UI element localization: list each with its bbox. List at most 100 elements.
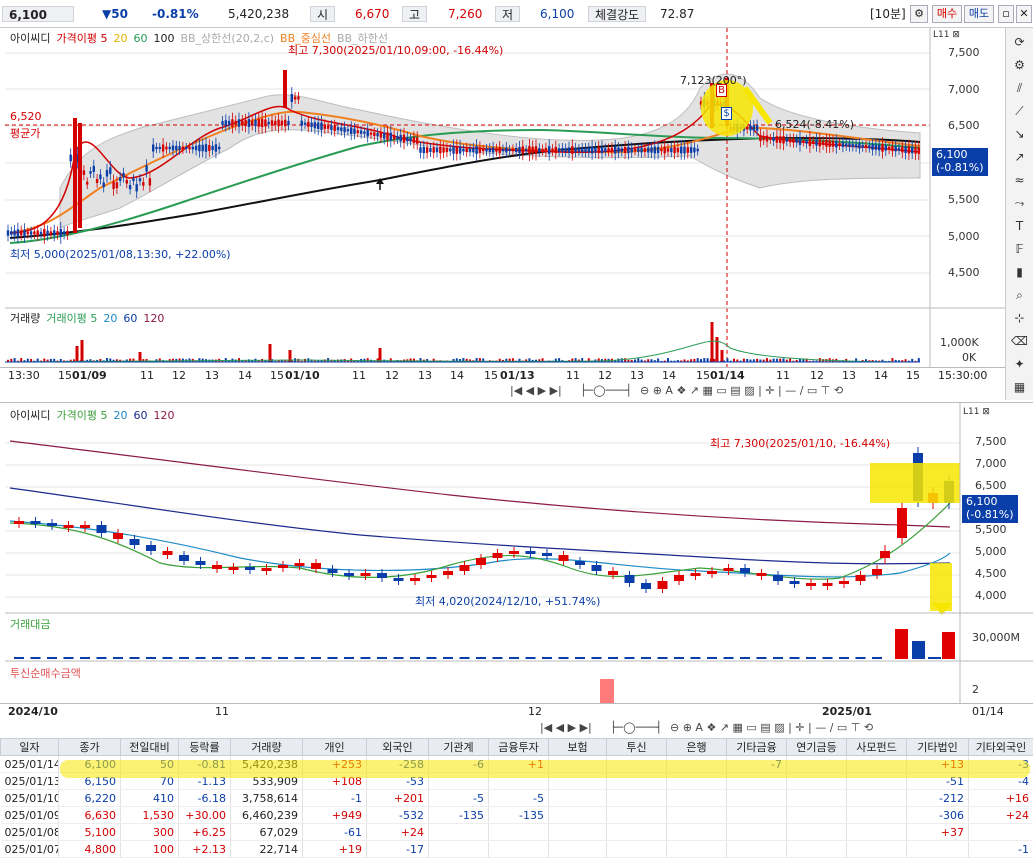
current-price-tag: 6,100 (-0.81%) [962, 495, 1018, 523]
legend-vol-60: 60 [123, 312, 137, 325]
popup-icon[interactable]: ▫ [998, 5, 1014, 23]
time-tick: 13 [205, 369, 219, 382]
column-header[interactable]: 기타외국인 [969, 739, 1033, 756]
table-cell [489, 824, 549, 841]
measure-icon[interactable]: ⊹ [1010, 309, 1030, 327]
candle [254, 120, 256, 126]
amount-bar [64, 657, 74, 659]
candle-type-icon[interactable]: ▮ [1010, 263, 1030, 281]
table-row[interactable]: 025/01/106,220410-6.183,758,614-1+201-5-… [1, 790, 1033, 807]
time-tick: 12 [385, 369, 399, 382]
ray-tool-icon[interactable]: ↗ [1010, 148, 1030, 166]
annotation-low: 최저 5,000(2025/01/08,13:30, +22.00%) [10, 246, 231, 262]
zoom-icon[interactable]: ⌕ [1010, 286, 1030, 304]
refresh-icon[interactable]: ⟳ [1010, 33, 1030, 51]
column-header[interactable]: 등락률 [179, 739, 231, 756]
table-row[interactable]: 025/01/085,100300+6.2567,029-61+24+37 [1, 824, 1033, 841]
annotation-low: 최저 4,020(2024/12/10, +51.74%) [415, 593, 600, 609]
date-tick: 12 [528, 705, 542, 718]
period-selector[interactable]: [10분] [870, 6, 906, 22]
candle [667, 148, 669, 151]
scroll-slider[interactable]: ├─◯───┤ [610, 721, 662, 734]
volume-bar [269, 344, 272, 362]
amount-bar [872, 657, 882, 659]
candle [311, 563, 321, 569]
daily-chart-panel[interactable]: 아이씨디가격이평 52060120 최고 7,300(2025/01/10, -… [0, 402, 1033, 736]
column-header[interactable]: 사모펀드 [847, 739, 907, 756]
intraday-chart-panel[interactable]: 아이씨디가격이평 52060100BB_상한선(20,2,c)BB_중심선BB_… [0, 28, 1005, 400]
column-header[interactable]: 보험 [549, 739, 607, 756]
table-row[interactable]: 025/01/136,15070-1.13533,909+108-53-51-4 [1, 773, 1033, 790]
column-header[interactable]: 기관계 [429, 739, 489, 756]
zoom-tools-icon[interactable]: ⊖ ⊕ A ❖ ↗ ▦ ▭ ▤ ▨ | ✛ | — ∕ ▭ ⊤ ⟲ [640, 384, 843, 397]
table-cell: -17 [367, 841, 429, 858]
indicator-icon[interactable]: ⫽ [1010, 79, 1030, 97]
panel-controls-icon[interactable]: L11 ⊠ [933, 30, 960, 40]
candle [386, 132, 388, 140]
candle [307, 122, 309, 127]
chart2-navigation[interactable]: |◀ ◀ ▶ ▶| ├─◯───┤ ⊖ ⊕ A ❖ ↗ ▦ ▭ ▤ ▨ | ✛ … [540, 721, 1033, 737]
gear-icon[interactable]: ⚙ [1010, 56, 1030, 74]
table-cell [667, 773, 727, 790]
text-tool-icon[interactable]: T [1010, 217, 1030, 235]
candle [122, 173, 124, 177]
inst-legend: 투신순매수금액 [10, 665, 81, 681]
column-header[interactable]: 기타금융 [727, 739, 787, 756]
table-cell [607, 824, 667, 841]
candle [512, 149, 514, 152]
auto-trend-icon[interactable]: ⤳ [1010, 194, 1030, 212]
column-header[interactable]: 개인 [303, 739, 367, 756]
panel-controls-icon[interactable]: L11 ⊠ [963, 407, 990, 417]
column-header[interactable]: 외국인 [367, 739, 429, 756]
fib-tool-icon[interactable]: 𝔽 [1010, 240, 1030, 258]
candle [278, 565, 288, 568]
cursor-icon[interactable]: ✦ [1010, 355, 1030, 373]
column-header[interactable]: 일자 [1, 739, 59, 756]
amount-bar [344, 657, 354, 659]
buy-button[interactable]: 매수 [932, 5, 962, 23]
line-tool-icon[interactable]: ↘ [1010, 125, 1030, 143]
candle [499, 147, 501, 153]
table-cell: +13 [907, 756, 969, 773]
chart1-navigation[interactable]: |◀ ◀ ▶ ▶| ├─◯───┤ ⊖ ⊕ A ❖ ↗ ▦ ▭ ▤ ▨ | ✛ … [510, 384, 1005, 400]
candle [868, 145, 870, 148]
volume-bar [198, 358, 200, 362]
candle [262, 568, 272, 571]
zoom-tools-icon[interactable]: ⊖ ⊕ A ❖ ↗ ▦ ▭ ▤ ▨ | ✛ | — ∕ ▭ ⊤ ⟲ [670, 721, 873, 734]
close-icon[interactable]: ✕ [1016, 5, 1032, 23]
table-cell [607, 756, 667, 773]
column-header[interactable]: 투신 [607, 739, 667, 756]
volume-bar [779, 359, 781, 362]
trend-line-icon[interactable]: ⟋ [1010, 102, 1030, 120]
amount-bar [928, 657, 941, 659]
column-header[interactable]: 종가 [59, 739, 121, 756]
candle [489, 148, 491, 152]
column-header[interactable]: 금융투자 [489, 739, 549, 756]
table-row[interactable]: 025/01/074,800100+2.1322,714+19-17-1 [1, 841, 1033, 858]
candle [766, 136, 768, 142]
sell-button[interactable]: 매도 [964, 5, 994, 23]
scroll-left-icon[interactable]: |◀ ◀ ▶ ▶| [510, 384, 562, 397]
scroll-slider[interactable]: ├─◯───┤ [580, 384, 632, 397]
column-header[interactable]: 거래량 [231, 739, 303, 756]
column-header[interactable]: 은행 [667, 739, 727, 756]
time-tick: 11 [776, 369, 790, 382]
column-header[interactable]: 연기금등 [787, 739, 847, 756]
table-cell: +2.13 [179, 841, 231, 858]
table-cell: 025/01/14 [1, 756, 59, 773]
delete-icon[interactable]: ⌫ [1010, 332, 1030, 350]
scroll-left-icon[interactable]: |◀ ◀ ▶ ▶| [540, 721, 592, 734]
table-cell: -53 [367, 773, 429, 790]
settings-icon[interactable]: ⚙ [910, 5, 928, 23]
column-header[interactable]: 기타법인 [907, 739, 969, 756]
table-row[interactable]: 025/01/146,10050-0.815,420,238+253-258-6… [1, 756, 1033, 773]
table-row[interactable]: 025/01/096,6301,530+30.006,460,239+949-5… [1, 807, 1033, 824]
amount-bar [80, 657, 90, 659]
column-header[interactable]: 전일대비 [121, 739, 179, 756]
candle [625, 575, 635, 583]
layout-icon[interactable]: ▦ [1010, 378, 1030, 396]
candle [815, 139, 817, 145]
channel-tool-icon[interactable]: ≈ [1010, 171, 1030, 189]
candle [757, 573, 767, 576]
candle [119, 177, 121, 181]
